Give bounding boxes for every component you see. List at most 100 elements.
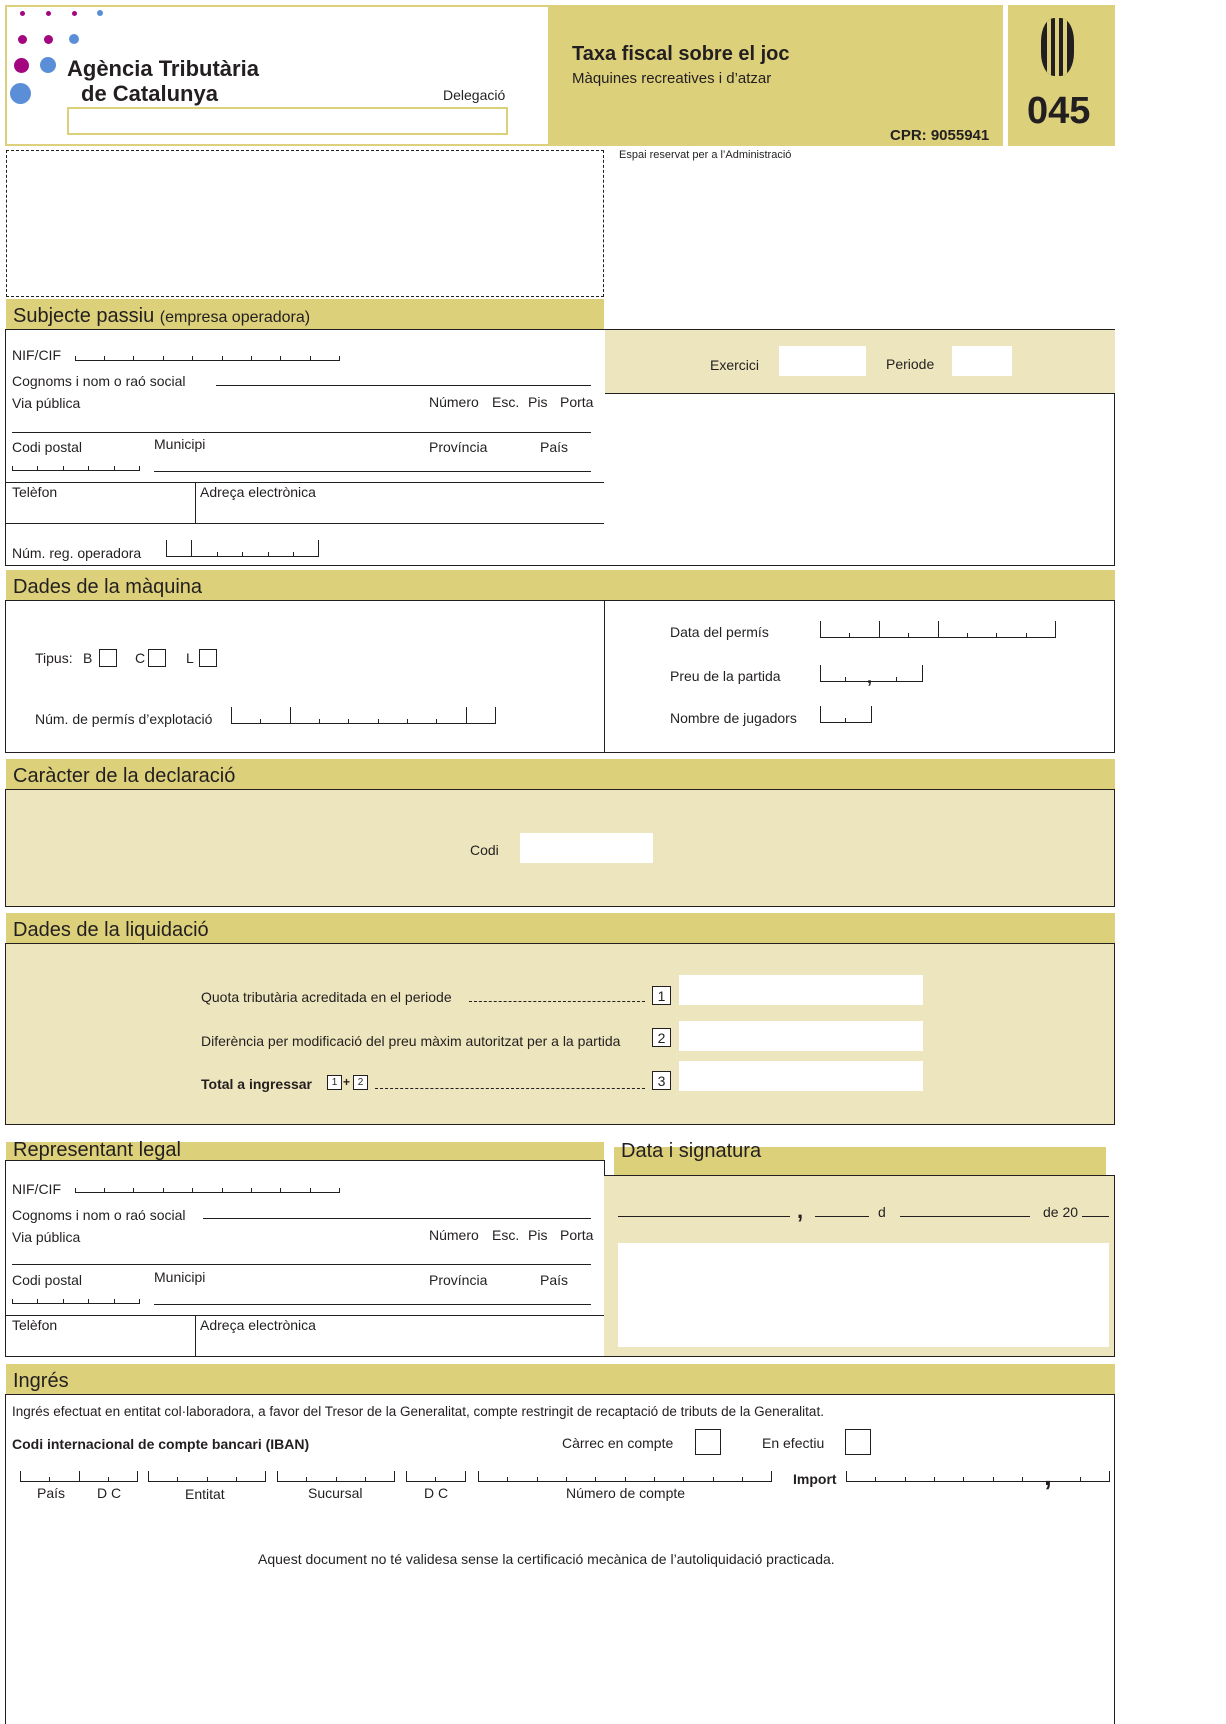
subjecte-tel-divider xyxy=(195,482,196,523)
permis-input[interactable] xyxy=(231,707,496,724)
quota-label: Quota tributària acreditada en el period… xyxy=(201,989,452,1005)
rep-nif-label: NIF/CIF xyxy=(12,1181,61,1197)
diferencia-input[interactable] xyxy=(679,1021,923,1051)
iban-sucursal-input[interactable] xyxy=(277,1471,395,1482)
ingres-description: Ingrés efectuat en entitat col·laborador… xyxy=(12,1404,824,1419)
iban-sucursal-caption: Sucursal xyxy=(308,1485,363,1501)
import-comma: , xyxy=(1044,1460,1052,1491)
tipus-label: Tipus: xyxy=(35,650,73,666)
data-permis-label: Data del permís xyxy=(670,624,769,640)
subjecte-divider xyxy=(5,482,605,483)
rep-via-input[interactable] xyxy=(12,1264,591,1265)
delegacio-label: Delegació xyxy=(443,87,506,103)
subjecte-pis-label: Pis xyxy=(528,394,548,410)
subjecte-nif-label: NIF/CIF xyxy=(12,347,61,363)
iban-label: Codi internacional de compte bancari (IB… xyxy=(12,1436,310,1452)
iban-account-input[interactable] xyxy=(478,1471,772,1482)
data-permis-input[interactable] xyxy=(820,621,1056,638)
rep-nif-input[interactable] xyxy=(75,1183,340,1193)
subjecte-via-input[interactable] xyxy=(12,432,591,433)
rep-cp-input[interactable] xyxy=(12,1294,140,1304)
tipus-c-checkbox[interactable] xyxy=(148,649,166,667)
section-liquidacio-header: Dades de la liquidació xyxy=(6,913,1115,945)
subjecte-email-label: Adreça electrònica xyxy=(200,484,316,500)
subjecte-reg-input[interactable] xyxy=(166,540,319,557)
subjecte-telefon-label: Telèfon xyxy=(12,484,58,500)
rep-pis-label: Pis xyxy=(528,1227,548,1243)
agency-name-line2: de Catalunya xyxy=(81,81,218,106)
model-number: 045 xyxy=(1027,90,1091,132)
sign-de20-label: de 20 xyxy=(1043,1204,1079,1220)
signature-area[interactable] xyxy=(618,1243,1109,1347)
efectiu-checkbox[interactable] xyxy=(845,1429,871,1455)
section-maquina-header: Dades de la màquina xyxy=(6,570,1115,602)
preu-partida-label: Preu de la partida xyxy=(670,668,781,684)
section-maquina-title: Dades de la màquina xyxy=(13,576,203,598)
import-input[interactable] xyxy=(846,1471,1110,1482)
section-liquidacio-title: Dades de la liquidació xyxy=(13,919,209,941)
iban-entitat-input[interactable] xyxy=(148,1471,266,1482)
subjecte-numero-label: Número xyxy=(429,394,479,410)
maquina-divider xyxy=(604,600,605,753)
iban-pais-caption: País xyxy=(37,1485,66,1501)
iban-country-dc-input[interactable] xyxy=(20,1471,138,1482)
subjecte-divider-2 xyxy=(5,523,605,524)
sign-place-input[interactable] xyxy=(618,1216,790,1217)
rep-pais-label: País xyxy=(540,1272,569,1288)
section-ingres-title: Ingrés xyxy=(13,1370,69,1392)
form-title: Taxa fiscal sobre el joc xyxy=(572,43,790,65)
iban-dc-input[interactable] xyxy=(406,1471,466,1482)
rep-municipi-input[interactable] xyxy=(154,1304,591,1305)
rep-via-label: Via pública xyxy=(12,1229,81,1245)
iban-entitat-caption: Entitat xyxy=(185,1486,225,1502)
agency-name-line1: Agència Tributària xyxy=(67,56,259,81)
box-3-badge: 3 xyxy=(652,1071,671,1090)
total-plus: + xyxy=(343,1075,351,1089)
subjecte-pais-label: País xyxy=(540,439,569,455)
sign-year-input[interactable] xyxy=(1082,1216,1109,1217)
iban-dc2-caption: D C xyxy=(424,1485,449,1501)
rep-telefon-label: Telèfon xyxy=(12,1317,58,1333)
total-input[interactable] xyxy=(679,1061,923,1091)
rep-divider xyxy=(5,1315,605,1316)
subjecte-nif-input[interactable] xyxy=(75,351,340,361)
rep-esc-label: Esc. xyxy=(492,1227,520,1243)
carrec-checkbox[interactable] xyxy=(695,1429,721,1455)
sign-comma: , xyxy=(797,1198,804,1223)
iban-dc1-caption: D C xyxy=(97,1485,122,1501)
efectiu-label: En efectiu xyxy=(762,1435,825,1451)
section-subjecte-title: Subjecte passiu xyxy=(13,305,155,327)
quota-input[interactable] xyxy=(679,975,923,1005)
subjecte-cp-input[interactable] xyxy=(12,461,140,471)
total-label: Total a ingressar xyxy=(201,1076,313,1092)
iban-compte-caption: Número de compte xyxy=(566,1485,686,1501)
sign-day-input[interactable] xyxy=(815,1216,869,1217)
subjecte-nom-label: Cognoms i nom o raó social xyxy=(12,373,186,389)
box-1-badge: 1 xyxy=(652,986,671,1005)
subjecte-nom-input[interactable] xyxy=(216,385,591,386)
tipus-l-label: L xyxy=(186,650,194,666)
sign-d-label: d xyxy=(878,1204,886,1220)
import-label: Import xyxy=(793,1471,837,1487)
subjecte-municipi-input[interactable] xyxy=(154,471,591,472)
rep-nom-input[interactable] xyxy=(203,1218,591,1219)
tipus-b-checkbox[interactable] xyxy=(99,649,117,667)
exercici-input[interactable] xyxy=(779,346,866,376)
delegacio-input[interactable] xyxy=(67,107,508,135)
validity-footer: Aquest document no té validesa sense la … xyxy=(258,1551,835,1567)
rep-numero-label: Número xyxy=(429,1227,479,1243)
rep-cp-label: Codi postal xyxy=(12,1272,83,1288)
sign-month-input[interactable] xyxy=(900,1216,1030,1217)
periode-input[interactable] xyxy=(952,346,1012,376)
subjecte-esc-label: Esc. xyxy=(492,394,520,410)
section-representant-title: Representant legal xyxy=(13,1139,181,1161)
preu-partida-input[interactable]: , xyxy=(820,665,923,686)
exercici-label: Exercici xyxy=(710,357,760,373)
tipus-l-checkbox[interactable] xyxy=(199,649,217,667)
subjecte-municipi-label: Municipi xyxy=(154,436,206,452)
jugadors-input[interactable] xyxy=(820,706,872,723)
total-leader xyxy=(375,1088,645,1089)
rep-nom-label: Cognoms i nom o raó social xyxy=(12,1207,186,1223)
codi-input[interactable] xyxy=(520,833,653,863)
subjecte-via-label: Via pública xyxy=(12,395,81,411)
